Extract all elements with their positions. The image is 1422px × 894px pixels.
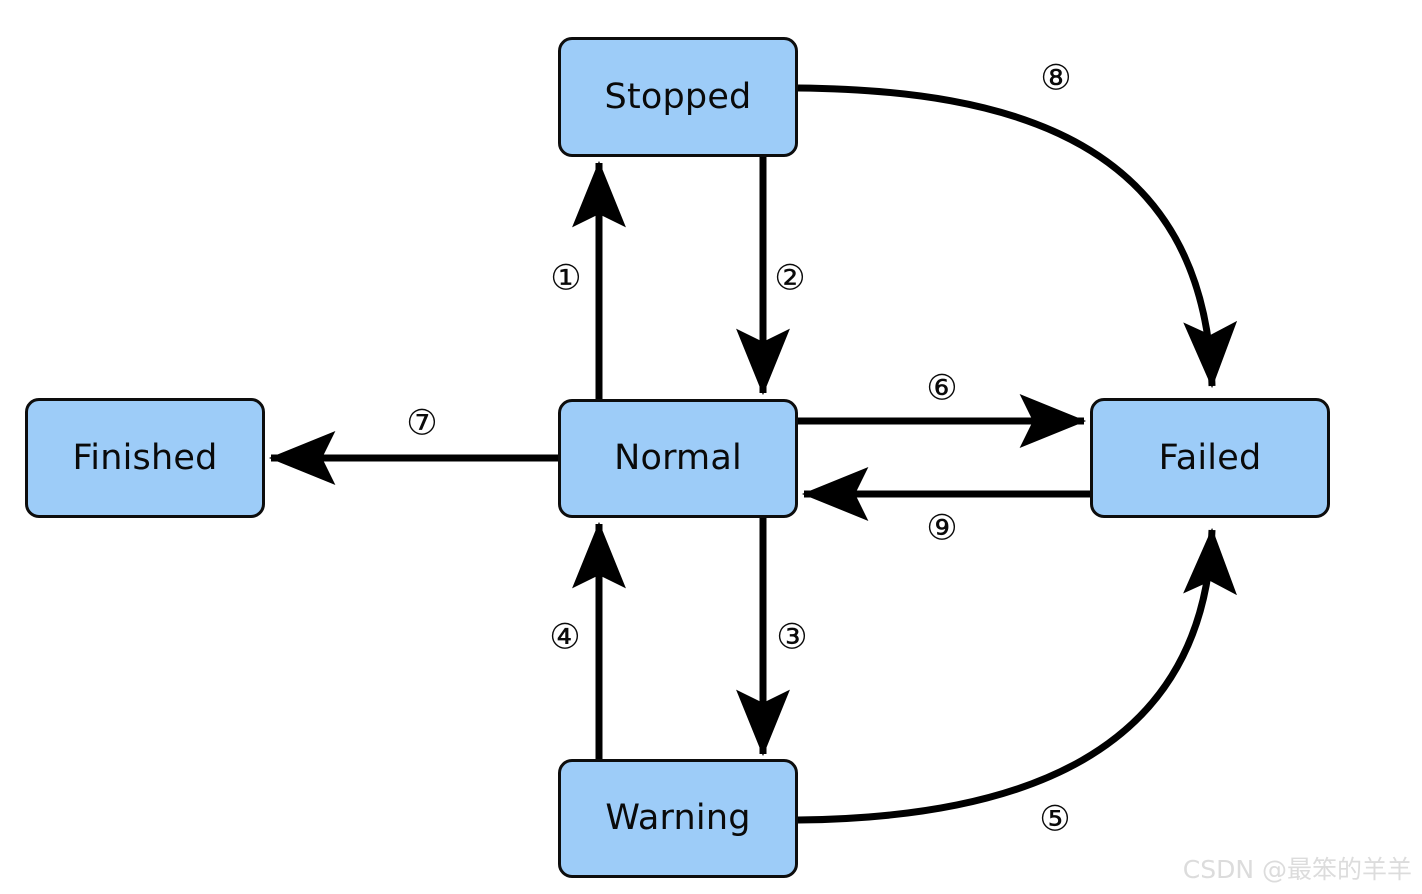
edge-8-stopped-to-failed [797,84,1238,389]
edge-label-9: ⑨ [926,508,958,549]
state-node-finished[interactable]: Finished [25,398,265,518]
state-node-failed-label: Failed [1158,437,1262,478]
state-node-warning-label: Warning [605,798,751,838]
edge-label-6: ⑥ [926,368,958,409]
state-node-stopped[interactable]: Stopped [558,37,798,157]
state-node-normal[interactable]: Normal [558,399,798,518]
edge-label-3: ③ [776,617,808,658]
state-node-warning[interactable]: Warning [558,759,798,878]
state-node-normal-label: Normal [614,438,742,478]
state-node-stopped-label: Stopped [604,76,752,117]
edge-5-warning-to-failed [797,527,1237,824]
edge-label-8: ⑧ [1040,58,1072,99]
state-diagram: Stopped Finished Normal Failed Warning ①… [0,0,1422,894]
edge-label-1: ① [550,258,582,299]
csdn-watermark: CSDN @最笨的羊羊 [1182,855,1412,884]
state-node-failed[interactable]: Failed [1090,398,1330,518]
edge-label-5: ⑤ [1039,799,1071,840]
edge-label-4: ④ [549,617,581,658]
edge-label-2: ② [774,258,806,299]
edge-label-7: ⑦ [406,403,438,444]
state-node-finished-label: Finished [72,437,218,478]
